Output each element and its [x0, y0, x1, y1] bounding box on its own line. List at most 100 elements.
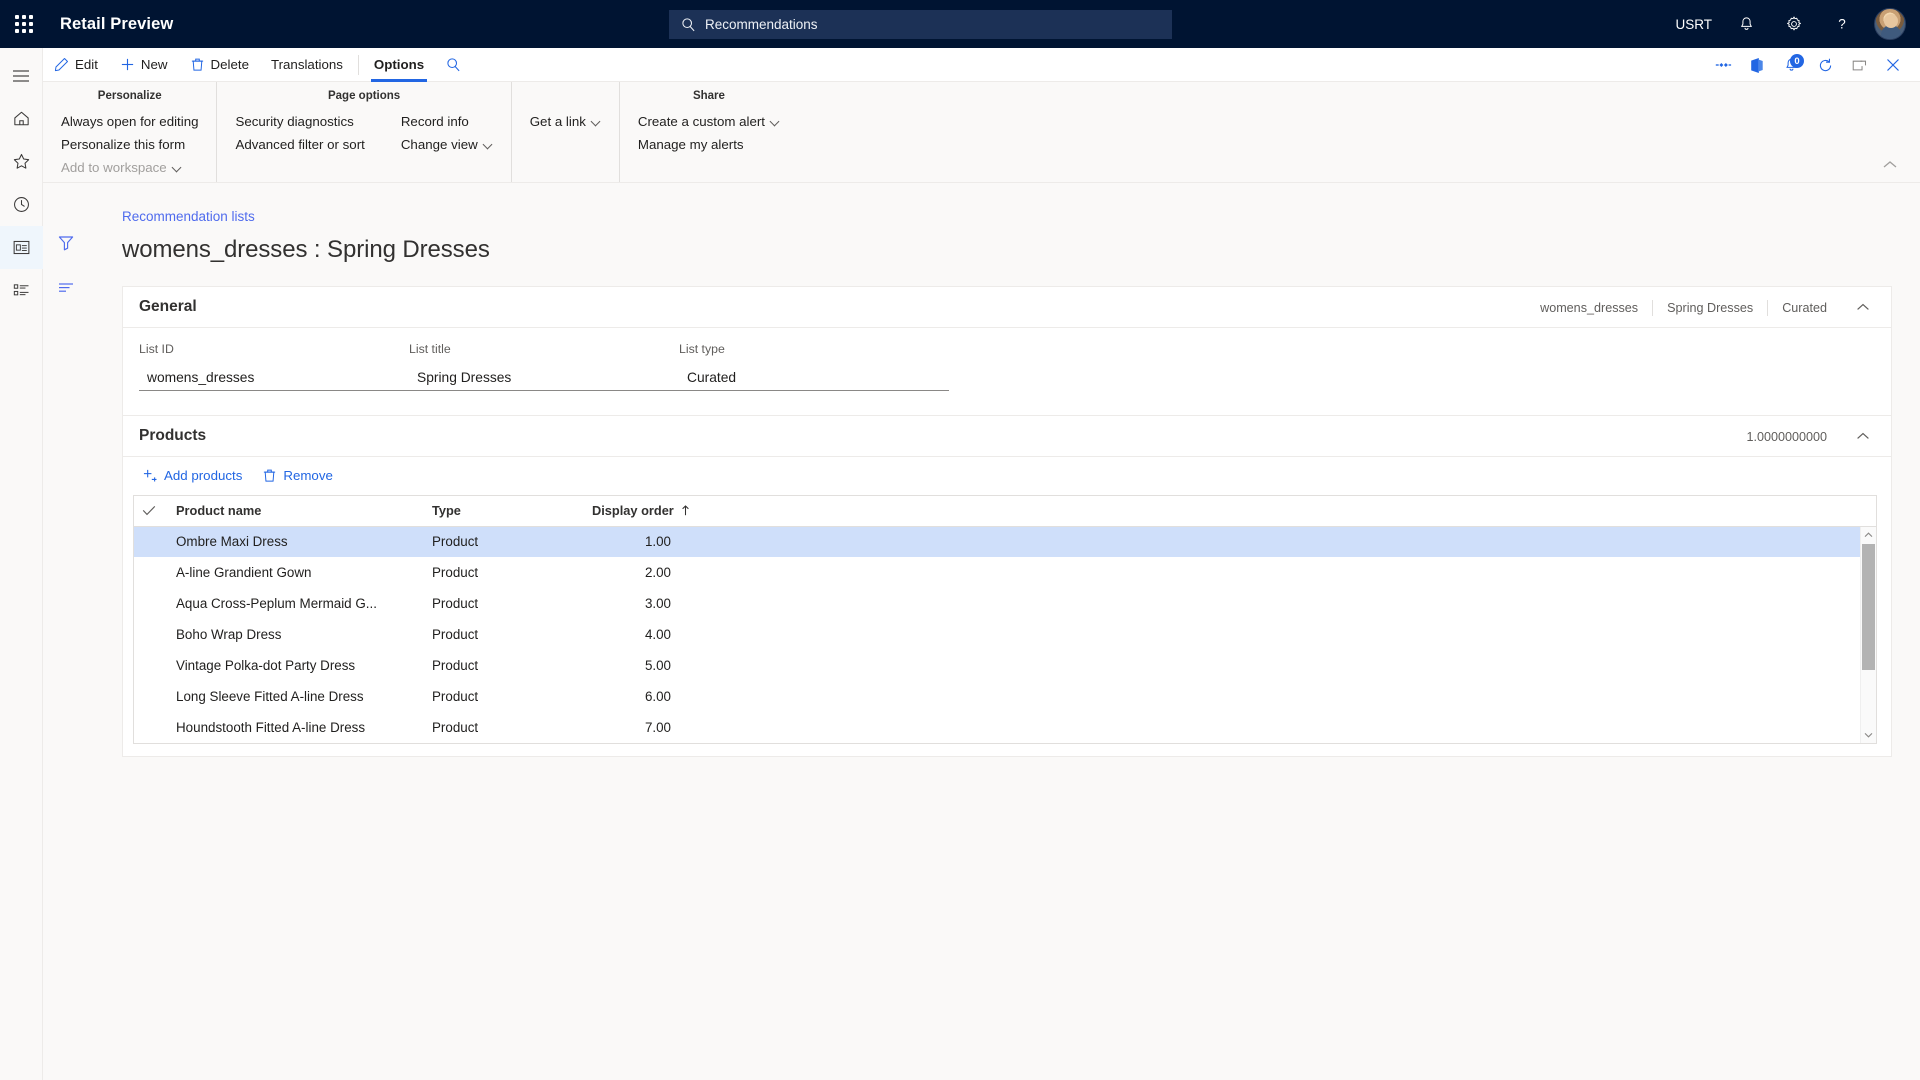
- remove-button[interactable]: Remove: [252, 460, 343, 490]
- office-apps-icon[interactable]: [1740, 48, 1774, 82]
- row-checkbox[interactable]: [134, 619, 168, 650]
- ribbon-item-create-a-custom-alert[interactable]: Create a custom alert: [634, 110, 784, 133]
- field-label: List title: [409, 342, 451, 356]
- general-section-title: General: [139, 298, 197, 315]
- general-section: General womens_dresses Spring Dresses Cu…: [122, 286, 1892, 416]
- cell-product-name: Houndstooth Fitted A-line Dress: [176, 720, 366, 735]
- cell-filler: [679, 526, 1876, 557]
- ribbon-collapse-button[interactable]: [1874, 152, 1906, 178]
- global-search-box[interactable]: Recommendations: [669, 10, 1172, 39]
- ribbon-column: Always open for editing Personalize this…: [43, 110, 216, 179]
- ribbon-item-manage-my-alerts[interactable]: Manage my alerts: [634, 133, 784, 156]
- gear-icon[interactable]: [1772, 0, 1816, 48]
- cell-type: Product: [424, 526, 584, 557]
- recent-clock-icon[interactable]: [0, 183, 43, 226]
- new-button[interactable]: New: [109, 48, 179, 82]
- home-icon[interactable]: [0, 97, 43, 140]
- command-bar-right-icons: 0: [1706, 48, 1910, 82]
- table-row[interactable]: A-line Grandient Gown Product 2.00: [134, 557, 1876, 588]
- grid-vertical-scrollbar[interactable]: [1860, 527, 1876, 743]
- table-row[interactable]: Ombre Maxi Dress Product 1.00: [134, 526, 1876, 557]
- table-header-row: Product name Type Display order: [134, 496, 1876, 527]
- field-label: List ID: [139, 342, 174, 356]
- translations-button[interactable]: Translations: [260, 48, 354, 82]
- table-row[interactable]: Vintage Polka-dot Party Dress Product 5.…: [134, 650, 1876, 681]
- table-row[interactable]: Boho Wrap Dress Product 4.00: [134, 619, 1876, 650]
- row-checkbox[interactable]: [134, 526, 168, 557]
- avatar[interactable]: [1874, 8, 1906, 40]
- row-checkbox[interactable]: [134, 557, 168, 588]
- workspaces-icon[interactable]: [0, 226, 43, 269]
- close-icon[interactable]: [1876, 48, 1910, 82]
- ribbon-item-security-diagnostics[interactable]: Security diagnostics: [231, 110, 368, 133]
- list-title-input[interactable]: Spring Dresses: [409, 365, 679, 391]
- ribbon-group-title: Share: [692, 90, 725, 102]
- chevron-down-icon: [484, 140, 493, 149]
- ribbon-item-personalize-this-form[interactable]: Personalize this form: [57, 133, 202, 156]
- refresh-icon[interactable]: [1808, 48, 1842, 82]
- general-collapse-button[interactable]: [1849, 294, 1877, 322]
- ribbon-item-always-open-for-editing[interactable]: Always open for editing: [57, 110, 202, 133]
- search-icon: [681, 17, 696, 32]
- list-id-input[interactable]: womens_dresses: [139, 365, 409, 391]
- products-table-header: Product name Type Display order: [134, 496, 1876, 527]
- cell-product-name: A-line Grandient Gown: [176, 565, 312, 580]
- ribbon-group-personalize: Personalize Always open for editing Pers…: [43, 82, 216, 182]
- table-row[interactable]: Houndstooth Fitted A-line Dress Product …: [134, 712, 1876, 743]
- table-row[interactable]: Aqua Cross-Peplum Mermaid G... Product 3…: [134, 588, 1876, 619]
- scrollbar-thumb[interactable]: [1862, 544, 1875, 670]
- column-header-product-name[interactable]: Product name: [168, 496, 424, 527]
- select-all-header[interactable]: [134, 496, 168, 527]
- general-section-summary: womens_dresses Spring Dresses Curated: [1526, 287, 1877, 328]
- delete-button[interactable]: Delete: [179, 48, 260, 82]
- table-row[interactable]: Long Sleeve Fitted A-line Dress Product …: [134, 681, 1876, 712]
- sort-lines-icon[interactable]: [49, 270, 83, 304]
- ribbon-item-record-info[interactable]: Record info: [397, 110, 497, 133]
- popout-icon[interactable]: [1842, 48, 1876, 82]
- notifications-icon[interactable]: 0: [1774, 48, 1808, 82]
- column-header-type[interactable]: Type: [424, 496, 584, 527]
- breadcrumb[interactable]: Recommendation lists: [122, 209, 255, 224]
- ribbon-item-get-a-link[interactable]: Get a link: [526, 110, 605, 133]
- cell-filler: [679, 650, 1876, 681]
- app-launcher-icon[interactable]: [0, 0, 48, 48]
- ribbon-group-share: Share Create a custom alert Manage my al…: [618, 82, 798, 182]
- ribbon-item-change-view[interactable]: Change view: [397, 133, 497, 156]
- add-products-button[interactable]: Add products: [133, 460, 252, 490]
- command-search-icon[interactable]: [435, 48, 472, 82]
- row-checkbox[interactable]: [134, 681, 168, 712]
- top-navigation-bar: Retail Preview Recommendations USRT ?: [0, 0, 1920, 48]
- products-toolbar: Add products Remove: [123, 457, 1891, 493]
- row-checkbox[interactable]: [134, 588, 168, 619]
- cell-filler: [679, 681, 1876, 712]
- question-icon[interactable]: ?: [1820, 0, 1864, 48]
- options-tab[interactable]: Options: [363, 48, 435, 82]
- favorites-star-icon[interactable]: [0, 140, 43, 183]
- chevron-down-icon: [771, 117, 780, 126]
- top-right-actions: USRT ?: [1667, 0, 1912, 48]
- products-collapse-button[interactable]: [1849, 423, 1877, 451]
- ribbon-item-label: Get a link: [529, 114, 586, 129]
- command-bar-divider: [357, 54, 359, 75]
- attachments-icon[interactable]: [1706, 48, 1740, 82]
- list-type-input[interactable]: Curated: [679, 365, 949, 391]
- chevron-down-icon[interactable]: [1861, 727, 1876, 743]
- ribbon-column: Create a custom alert Manage my alerts: [620, 110, 798, 156]
- ribbon-group-get-a-link: Get a link: [510, 82, 619, 182]
- column-header-display-order[interactable]: Display order: [584, 496, 690, 527]
- edit-button[interactable]: Edit: [43, 48, 109, 82]
- company-selector[interactable]: USRT: [1667, 0, 1720, 48]
- row-checkbox[interactable]: [134, 712, 168, 743]
- row-checkbox[interactable]: [134, 650, 168, 681]
- hamburger-menu-icon[interactable]: [0, 54, 43, 97]
- bell-icon[interactable]: [1724, 0, 1768, 48]
- products-section-summary: 1.0000000000: [1732, 416, 1877, 457]
- field-label: List type: [679, 342, 725, 356]
- chevron-up-icon[interactable]: [1861, 527, 1876, 543]
- cell-filler: [679, 619, 1876, 650]
- filter-icon[interactable]: [49, 226, 83, 260]
- ribbon-item-label: Always open for editing: [61, 114, 199, 129]
- modules-list-icon[interactable]: [0, 269, 43, 312]
- ribbon-item-advanced-filter-or-sort[interactable]: Advanced filter or sort: [231, 133, 368, 156]
- add-products-label: Add products: [164, 467, 243, 483]
